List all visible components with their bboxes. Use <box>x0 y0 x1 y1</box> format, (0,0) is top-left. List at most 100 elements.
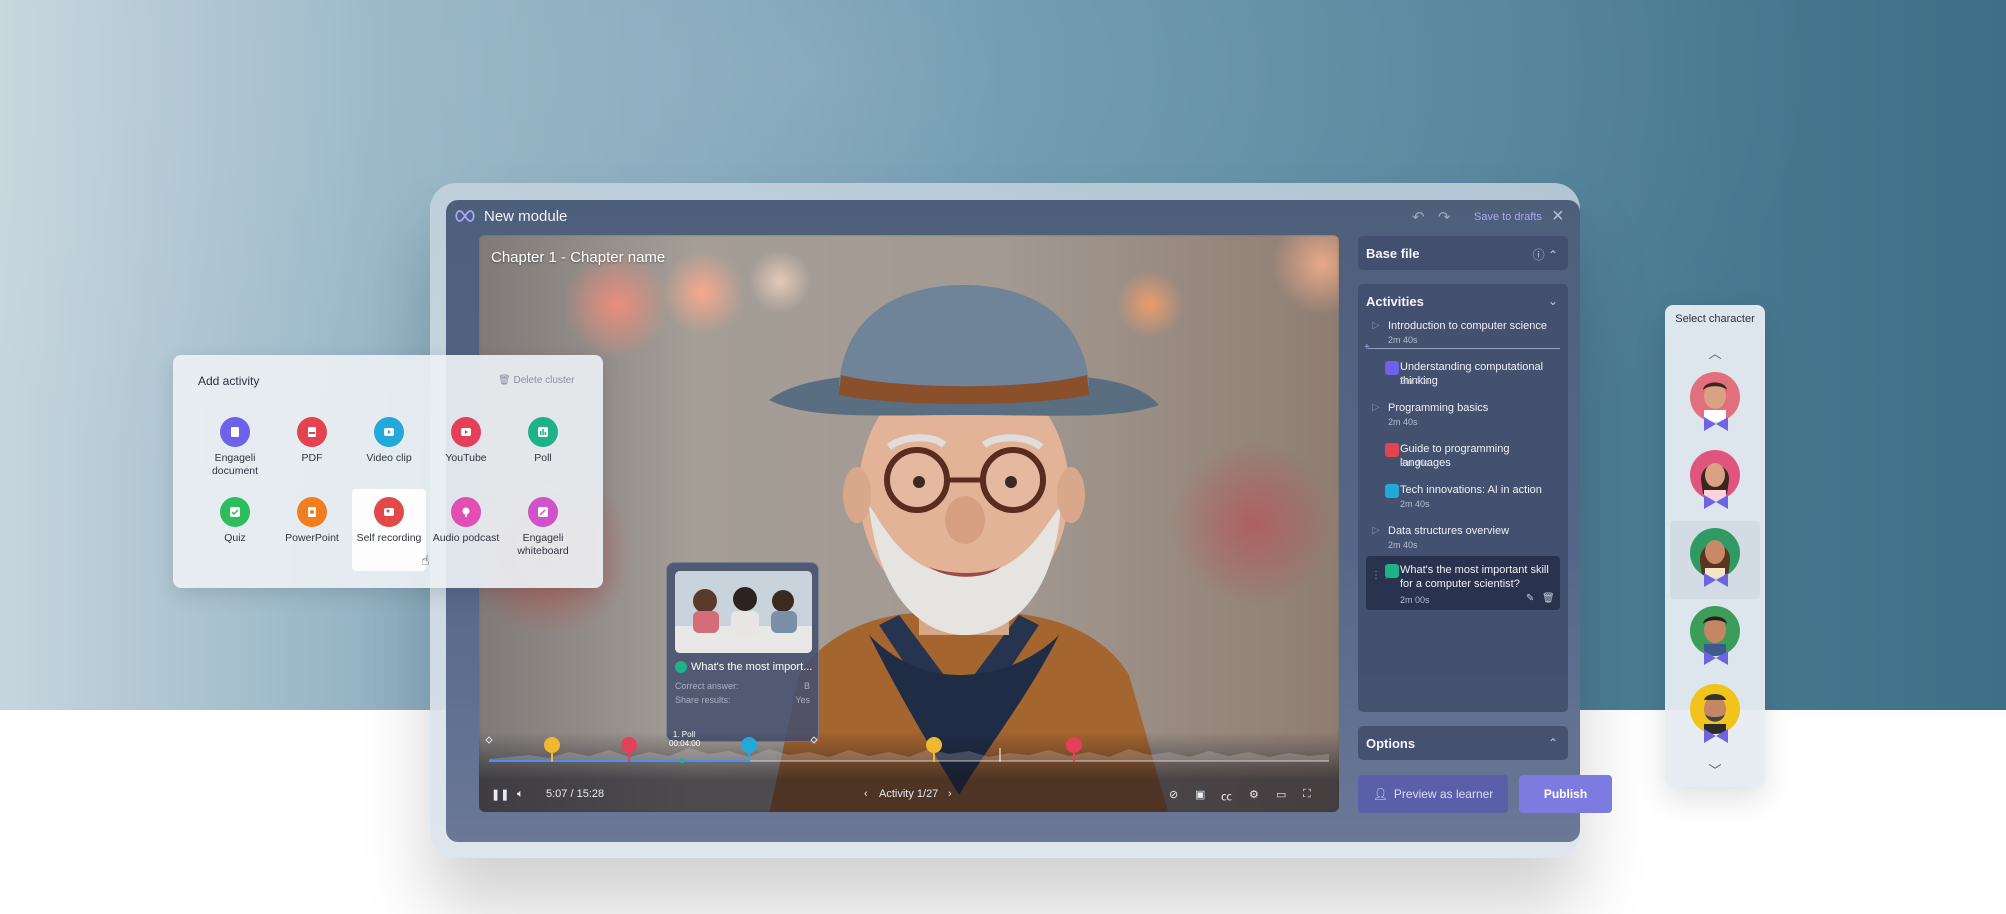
module-editor-window: New module ↶ ↷ Save to drafts × Chapter … <box>446 200 1580 842</box>
quiz-icon <box>220 497 250 527</box>
theater-icon[interactable]: ▭ <box>1276 788 1286 801</box>
trash-icon[interactable]: 🗑︎ <box>1542 593 1555 604</box>
chevron-up-icon[interactable]: ⌃ <box>1548 736 1558 750</box>
activity-poll[interactable]: ⋮⋮ What's the most important skill for a… <box>1366 556 1560 610</box>
poll-preview-card[interactable]: What's the most import... Correct answer… <box>666 562 819 742</box>
activity-type-label: Quiz <box>224 532 246 544</box>
pause-icon[interactable]: ❚❚ <box>491 788 509 801</box>
add-audio-podcast[interactable]: Audio podcast <box>429 497 503 571</box>
character-selector: Select character ︿ ﹀ <box>1665 305 1765 787</box>
poll-marker-time: 00:04:00 <box>669 739 701 748</box>
activity-label: What's the most important skill for a co… <box>1400 564 1549 590</box>
activity-type-label: Audio podcast <box>432 532 500 544</box>
add-video-clip[interactable]: Video clip <box>352 417 426 491</box>
add-engageli-document[interactable]: Engageli document <box>198 417 272 491</box>
youtube-icon <box>451 417 481 447</box>
add-engageli-whiteboard[interactable]: Engageli whiteboard <box>506 497 580 571</box>
activity-duration: 2m 40s <box>1388 540 1418 550</box>
add-icon[interactable]: + <box>1364 342 1370 353</box>
activity-type-label: Video clip <box>366 452 412 464</box>
user-icon: 👤︎ <box>1372 787 1388 801</box>
publish-button[interactable]: Publish <box>1519 775 1612 813</box>
character-option-2[interactable] <box>1670 443 1760 521</box>
chevron-left-icon[interactable]: ‹ <box>864 788 868 800</box>
clip-icon[interactable]: ▣ <box>1195 788 1205 801</box>
redo-icon[interactable]: ↷ <box>1438 208 1456 226</box>
edit-icon[interactable]: ✎ <box>1526 593 1534 604</box>
character-selector-title: Select character <box>1675 313 1755 325</box>
close-icon[interactable]: × <box>1552 205 1564 228</box>
character-option-1[interactable] <box>1670 365 1760 443</box>
chapter-play-icon: ▷ <box>1372 402 1380 413</box>
share-results-label: Share results: <box>675 695 731 705</box>
share-results-value: Yes <box>795 695 810 705</box>
chapter-title: Chapter 1 - Chapter name <box>491 249 666 266</box>
character-option-4[interactable] <box>1670 599 1760 677</box>
activity-duration: 2m 40s <box>1400 499 1430 509</box>
activity-type-label: PDF <box>301 452 323 464</box>
avatar <box>1690 450 1740 500</box>
activity-type-label: PowerPoint <box>285 532 339 544</box>
fullscreen-icon[interactable]: ⛶ <box>1303 788 1311 801</box>
base-file-title: Base file <box>1366 246 1420 261</box>
activities-title: Activities <box>1366 294 1424 309</box>
correct-answer-row: Correct answer: B <box>675 681 810 691</box>
delete-cluster-label: Delete cluster <box>513 375 575 386</box>
activity-type-label: Engageli document <box>211 452 259 477</box>
avatar <box>1690 606 1740 656</box>
chevron-up-icon[interactable]: ︿ <box>1665 343 1765 362</box>
poll-thumbnail <box>675 571 812 653</box>
activity-duration: 2m 40s <box>1400 458 1430 468</box>
preview-label: Preview as learner <box>1393 787 1494 801</box>
add-powerpoint[interactable]: PowerPoint <box>275 497 349 571</box>
chevron-down-icon[interactable]: ⌄ <box>1548 294 1558 308</box>
activity-label: Tech innovations: AI in action <box>1400 484 1542 496</box>
bowtie-icon <box>1704 651 1728 665</box>
bowtie-icon <box>1704 573 1728 587</box>
drop-indicator <box>1368 348 1560 349</box>
base-file-panel[interactable]: Base file ⓘ ⌃ <box>1358 236 1568 270</box>
video-clip-icon <box>1385 484 1399 498</box>
character-option-5[interactable] <box>1670 677 1760 755</box>
activity-label: Introduction to computer science <box>1388 320 1547 332</box>
activity-duration: 2m 00s <box>1400 595 1430 605</box>
poll-icon <box>1385 564 1399 578</box>
volume-icon[interactable]: 🔈︎ <box>517 788 524 801</box>
bowtie-icon <box>1704 729 1728 743</box>
chevron-down-icon[interactable]: ﹀ <box>1665 760 1765 779</box>
captions-icon[interactable]: ㏄ <box>1221 788 1232 804</box>
document-icon <box>1385 361 1399 375</box>
add-quiz[interactable]: Quiz <box>198 497 272 571</box>
options-panel[interactable]: Options ⌃ <box>1358 726 1568 760</box>
activity-counter: Activity 1/27 <box>879 788 939 800</box>
correct-answer-label: Correct answer: <box>675 681 739 691</box>
info-icon[interactable]: ⓘ <box>1533 248 1545 262</box>
add-self-recording[interactable]: Self recording <box>352 489 426 571</box>
save-drafts-button[interactable]: Save to drafts <box>1474 211 1542 223</box>
podcast-icon <box>451 497 481 527</box>
character-option-3[interactable] <box>1670 521 1760 599</box>
preview-as-learner-button[interactable]: 👤︎ Preview as learner <box>1358 775 1508 813</box>
poll-card-title-text: What's the most import... <box>691 661 813 673</box>
poll-card-title: What's the most import... <box>675 661 812 673</box>
add-pdf[interactable]: PDF <box>275 417 349 491</box>
activity-label: Programming basics <box>1388 402 1489 414</box>
poll-icon <box>528 417 558 447</box>
module-title: New module <box>484 208 568 225</box>
undo-icon[interactable]: ↶ <box>1412 208 1430 226</box>
poll-marker-label-text: 1. Poll <box>672 730 696 739</box>
activity-label: Data structures overview <box>1388 525 1510 537</box>
video-player[interactable]: Chapter 1 - Chapter name What's the most… <box>479 235 1339 812</box>
chevron-up-icon[interactable]: ⌃ <box>1548 248 1558 262</box>
activities-panel: Activities ⌄ ▷ Introduction to computer … <box>1358 284 1568 712</box>
powerpoint-icon <box>297 497 327 527</box>
logo-icon <box>455 210 475 222</box>
hide-icon[interactable]: ⊘ <box>1169 788 1178 801</box>
chevron-right-icon[interactable]: › <box>948 788 952 800</box>
self-recording-icon <box>374 497 404 527</box>
settings-icon[interactable]: ⚙ <box>1249 788 1259 801</box>
delete-cluster-button[interactable]: 🗑︎ Delete cluster <box>498 375 575 386</box>
share-results-row: Share results: Yes <box>675 695 810 705</box>
add-poll[interactable]: Poll <box>506 417 580 491</box>
add-youtube[interactable]: YouTube <box>429 417 503 491</box>
